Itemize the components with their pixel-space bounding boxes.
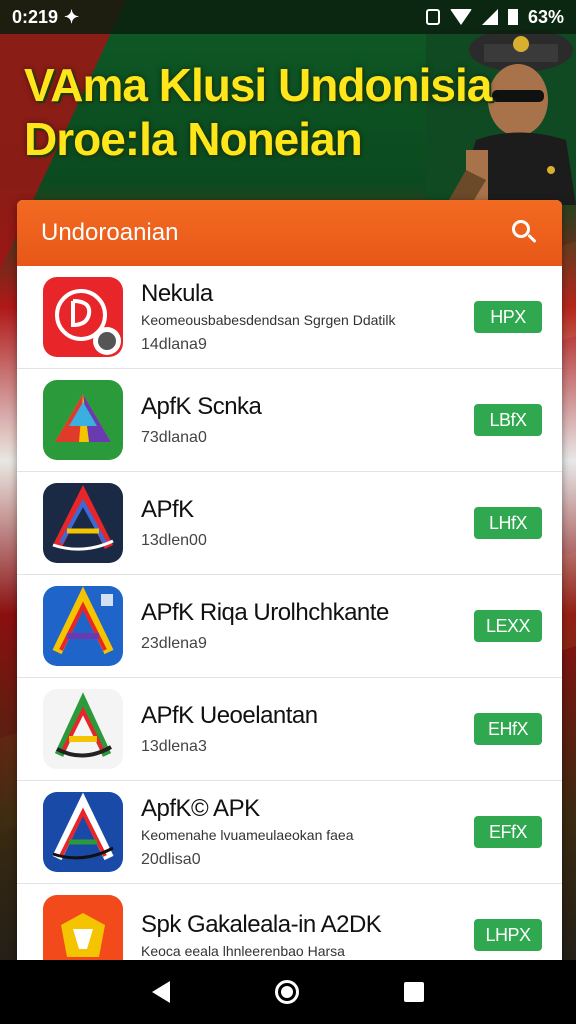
wifi-icon: [449, 9, 472, 25]
list-item[interactable]: APfK Riqa Urolhchkante 23dlena9 LEXX: [17, 575, 562, 678]
clock: 0:219: [12, 6, 59, 27]
card-title: Undoroanian: [41, 219, 179, 246]
banner-headline: VAma Klusi Undonisia Droe:la Noneian: [24, 58, 492, 166]
home-icon[interactable]: [274, 980, 299, 1004]
app-meta: 73dlana0: [141, 429, 207, 446]
app-description: Keoca eeala lhnleerenbao Harsa: [141, 943, 345, 959]
signal-icon: [481, 9, 498, 25]
app-name: APfK Riqa Urolhchkante: [141, 599, 389, 626]
app-list: Nekula Keomeousbabesdendsan Sgrgen Ddati…: [17, 266, 562, 960]
apk-button[interactable]: EHfX: [474, 713, 542, 745]
app-icon-a-white: [43, 689, 123, 769]
banner-line-1: VAma Klusi Undonisia: [24, 59, 492, 111]
app-icon-a-blue: [43, 586, 123, 666]
app-icon-triangle-green: [43, 380, 123, 460]
status-bar: 0:219 ✦ 63%: [0, 0, 576, 34]
list-item[interactable]: APfK Ueoelantan 13dlena3 EHfX: [17, 678, 562, 781]
app-name: Spk Gakaleala-in A2DK: [141, 911, 382, 938]
app-icon-orange: [43, 895, 123, 960]
app-name: APfK: [141, 496, 194, 523]
app-description: Keomeousbabesdendsan Sgrgen Ddatilk: [141, 312, 396, 328]
list-item[interactable]: Nekula Keomeousbabesdendsan Sgrgen Ddati…: [17, 266, 562, 369]
notification-icon: ✦: [64, 6, 80, 27]
apk-button[interactable]: LHPX: [474, 919, 542, 951]
apk-button[interactable]: LHfX: [474, 507, 542, 539]
list-item[interactable]: APfK 13dlen00 LHfX: [17, 472, 562, 575]
search-icon[interactable]: [512, 220, 538, 246]
apk-button[interactable]: HPX: [474, 301, 542, 333]
app-icon-red-circle: [43, 277, 123, 357]
list-item[interactable]: ApfK Scnka 73dlana0 LBfX: [17, 369, 562, 472]
app-meta: 14dlana9: [141, 336, 207, 353]
battery-icon: [507, 9, 518, 25]
apk-button[interactable]: EFfX: [474, 816, 542, 848]
app-meta: 20dlisa0: [141, 851, 201, 868]
app-name: Nekula: [141, 280, 213, 307]
vibrate-icon: [425, 9, 440, 25]
person-illustration: [426, 30, 576, 205]
app-meta: 23dlena9: [141, 635, 207, 652]
app-meta: 13dlen00: [141, 532, 207, 549]
card-header: Undoroanian: [17, 200, 562, 266]
app-name: APfK Ueoelantan: [141, 702, 318, 729]
back-icon[interactable]: [152, 981, 171, 1003]
navigation-bar: [0, 960, 576, 1024]
apk-button[interactable]: LBfX: [474, 404, 542, 436]
apk-button[interactable]: LEXX: [474, 610, 542, 642]
recent-apps-icon[interactable]: [403, 982, 424, 1002]
app-description: Keomenahe lvuameulaeokan faea: [141, 827, 354, 843]
app-name: ApfK© APK: [141, 795, 260, 822]
app-icon-a-navy: [43, 792, 123, 872]
app-name: ApfK Scnka: [141, 393, 262, 420]
app-icon-a-dark: [43, 483, 123, 563]
app-list-card: Undoroanian Nekula Keomeousbabesdendsan …: [17, 200, 562, 960]
app-meta: 13dlena3: [141, 738, 207, 755]
battery-level: 63%: [527, 6, 564, 27]
list-item[interactable]: Spk Gakaleala-in A2DK Keoca eeala lhnlee…: [17, 884, 562, 960]
banner-line-2: Droe:la Noneian: [24, 113, 363, 165]
list-item[interactable]: ApfK© APK Keomenahe lvuameulaeokan faea …: [17, 781, 562, 884]
